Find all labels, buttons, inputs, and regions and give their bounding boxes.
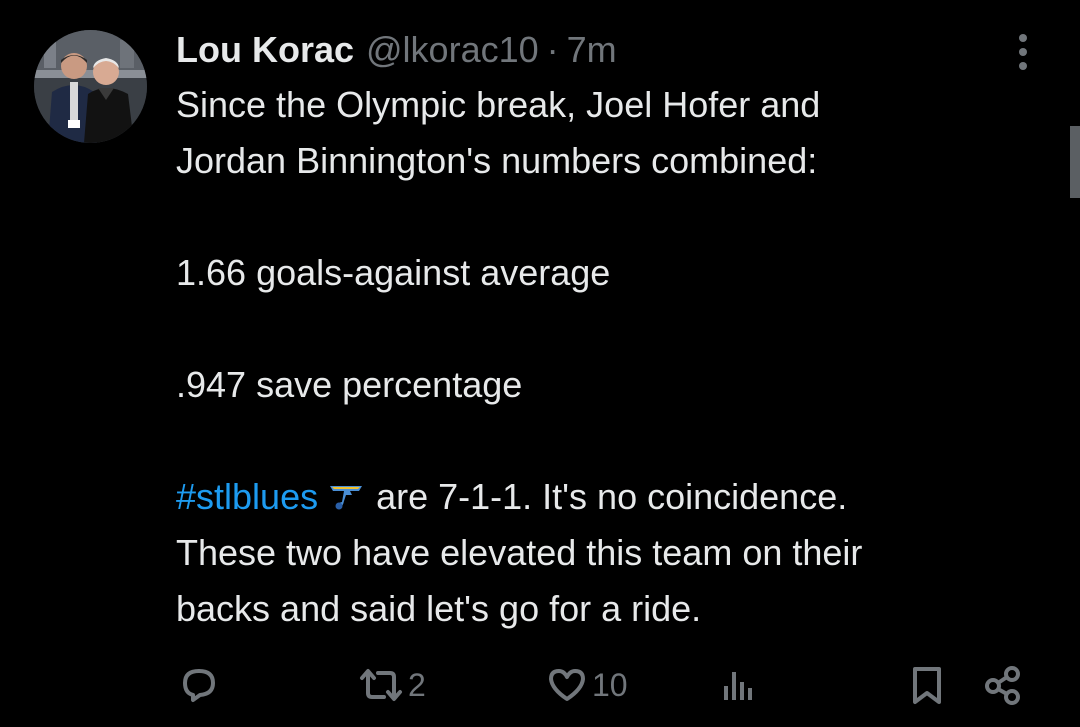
reply-icon [183, 669, 215, 702]
tweet-line: .947 save percentage [176, 364, 523, 405]
retweet-count: 2 [408, 666, 426, 703]
views-button[interactable] [718, 660, 766, 710]
avatar-photo [34, 30, 147, 143]
timestamp[interactable]: 7m [567, 29, 617, 71]
tweet-line: Since the Olympic break, Joel Hofer and [176, 84, 821, 125]
tweet-inline-text: are 7-1-1. It's no coincidence. [376, 476, 848, 517]
separator-dot: · [546, 29, 559, 70]
bookmark-button[interactable] [906, 660, 948, 710]
blues-note-emoji [328, 472, 364, 510]
reply-button[interactable] [176, 660, 228, 710]
tweet-line: 1.66 goals-against average [176, 252, 611, 293]
share-button[interactable] [982, 660, 1026, 710]
tweet-line: These two have elevated this team on the… [176, 532, 863, 573]
retweet-icon [360, 669, 402, 701]
more-icon [1019, 34, 1027, 70]
tweet-line: backs and said let's go for a ride. [176, 588, 702, 629]
tweet-line: #stlblues are 7-1-1. It's no coincidence. [176, 469, 1026, 525]
author-display-name[interactable]: Lou Korac [176, 29, 354, 71]
retweet-button[interactable]: 2 [358, 660, 426, 710]
like-count: 10 [592, 666, 628, 703]
bookmark-icon [913, 667, 941, 704]
tweet-line: Jordan Binnington's numbers combined: [176, 140, 818, 181]
more-button[interactable] [1008, 30, 1038, 74]
hashtag-link[interactable]: #stlblues [176, 476, 318, 517]
heart-icon [549, 669, 585, 701]
tweet-header: Lou Korac @lkorac10 · 7m [176, 26, 617, 74]
views-icon [724, 672, 752, 700]
tweet-text: Since the Olympic break, Joel Hofer and … [176, 77, 1026, 637]
scrollbar[interactable] [1070, 126, 1080, 198]
like-button[interactable]: 10 [546, 660, 628, 710]
share-icon [985, 666, 1020, 705]
action-bar: 2 10 [0, 660, 1080, 710]
avatar[interactable] [34, 30, 147, 143]
author-handle[interactable]: @lkorac10 [366, 29, 539, 71]
